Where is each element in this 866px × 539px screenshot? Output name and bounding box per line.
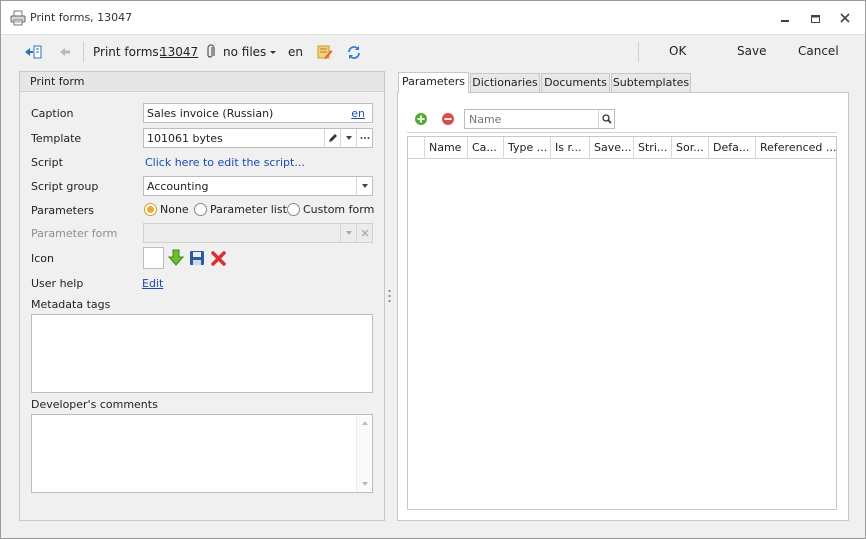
search-input[interactable] xyxy=(467,111,595,127)
radio-parameter-list-label: Parameter list xyxy=(210,203,287,216)
edit-note-icon[interactable] xyxy=(317,44,333,60)
breadcrumb-prefix: Print forms: xyxy=(93,45,163,59)
clear-icon[interactable] xyxy=(356,224,372,242)
divider xyxy=(407,132,837,133)
parameter-form-label: Parameter form xyxy=(31,227,118,240)
icon-label: Icon xyxy=(31,252,54,265)
cancel-button[interactable]: Cancel xyxy=(798,44,839,58)
column-header[interactable]: Defa... xyxy=(708,137,755,158)
radio-unselected-icon xyxy=(194,203,207,216)
radio-selected-icon xyxy=(144,203,157,216)
printer-icon xyxy=(10,10,26,26)
pencil-icon[interactable] xyxy=(324,129,340,147)
metadata-tags-label: Metadata tags xyxy=(31,298,111,311)
caption-value: Sales invoice (Russian) xyxy=(147,107,274,120)
remove-icon[interactable] xyxy=(441,112,455,129)
tab-subtemplates[interactable]: Subtemplates xyxy=(611,73,691,93)
save-button[interactable]: Save xyxy=(737,44,766,58)
user-help-edit-link[interactable]: Edit xyxy=(142,277,163,290)
ellipsis-icon[interactable] xyxy=(356,129,372,147)
import-arrow-icon[interactable] xyxy=(167,249,185,270)
developer-comments-input[interactable] xyxy=(31,414,373,493)
parameter-form-select[interactable] xyxy=(143,223,373,243)
paperclip-icon[interactable] xyxy=(206,44,216,60)
parameters-grid[interactable]: Name Ca... Type ... Is r... Save... Stri… xyxy=(407,136,837,510)
dock-left-icon[interactable] xyxy=(23,44,43,60)
parameters-label: Parameters xyxy=(31,204,94,217)
metadata-tags-input[interactable] xyxy=(31,314,373,393)
scrollbar[interactable] xyxy=(356,415,372,492)
developer-comments-label: Developer's comments xyxy=(31,398,158,411)
minimize-icon[interactable] xyxy=(777,10,793,26)
column-header[interactable]: Stri... xyxy=(633,137,671,158)
record-id-link[interactable]: 13047 xyxy=(160,44,198,60)
close-icon[interactable] xyxy=(837,10,853,26)
files-dropdown[interactable]: no files xyxy=(223,44,266,60)
icon-preview[interactable] xyxy=(143,247,164,269)
ok-button[interactable]: OK xyxy=(669,44,686,58)
refresh-icon[interactable] xyxy=(347,44,361,60)
radio-custom-form-label: Custom form xyxy=(303,203,375,216)
radio-unselected-icon xyxy=(287,203,300,216)
template-label: Template xyxy=(31,132,82,145)
files-dropdown-arrow-icon[interactable] xyxy=(269,44,277,60)
script-group-value: Accounting xyxy=(147,180,209,193)
tab-dictionaries[interactable]: Dictionaries xyxy=(470,73,540,93)
chevron-down-icon[interactable] xyxy=(356,177,372,195)
chevron-down-icon[interactable] xyxy=(340,129,356,147)
tab-documents[interactable]: Documents xyxy=(541,73,610,93)
toolbar: Print forms: 13047 no files en OK Save C… xyxy=(1,35,865,69)
user-help-label: User help xyxy=(31,277,84,290)
column-header[interactable]: Is r... xyxy=(550,137,589,158)
restore-icon[interactable] xyxy=(807,10,823,26)
add-icon[interactable] xyxy=(414,112,428,129)
radio-parameter-list[interactable]: Parameter list xyxy=(194,203,287,216)
column-header[interactable]: Name xyxy=(424,137,467,158)
edit-script-link[interactable]: Click here to edit the script... xyxy=(145,156,305,169)
radio-custom-form[interactable]: Custom form xyxy=(287,203,374,216)
template-value: 101061 bytes xyxy=(147,132,223,145)
caption-language-link[interactable]: en xyxy=(351,107,365,120)
back-arrow-icon[interactable] xyxy=(58,44,72,60)
template-field[interactable]: 101061 bytes xyxy=(143,128,373,148)
script-group-label: Script group xyxy=(31,180,99,193)
caption-field[interactable]: Sales invoice (Russian) en xyxy=(143,103,373,123)
radio-none[interactable]: None xyxy=(144,203,189,216)
column-header[interactable]: Referenced ... xyxy=(755,137,836,158)
column-header[interactable]: Sor... xyxy=(671,137,708,158)
print-form-group: Print form Caption Sales invoice (Russia… xyxy=(19,71,385,521)
chevron-down-icon[interactable] xyxy=(340,224,356,242)
search-icon[interactable] xyxy=(598,110,614,128)
row-indicator-header xyxy=(408,137,425,158)
column-header[interactable]: Type ... xyxy=(503,137,550,158)
grid-header: Name Ca... Type ... Is r... Save... Stri… xyxy=(408,137,836,159)
title-bar: Print forms, 13047 xyxy=(1,1,865,35)
group-header: Print form xyxy=(20,72,384,92)
tab-parameters[interactable]: Parameters xyxy=(398,72,469,93)
delete-x-icon[interactable] xyxy=(210,250,227,270)
print-form-window: Print forms, 13047 Print forms: 13047 no… xyxy=(0,0,866,539)
radio-none-label: None xyxy=(160,203,189,216)
language-selector[interactable]: en xyxy=(288,44,303,60)
script-group-select[interactable]: Accounting xyxy=(143,176,373,196)
window-title: Print forms, 13047 xyxy=(30,11,133,24)
search-field[interactable] xyxy=(464,109,615,129)
caption-label: Caption xyxy=(31,107,74,120)
script-label: Script xyxy=(31,156,63,169)
splitter-grip-icon[interactable] xyxy=(388,289,391,303)
save-disk-icon[interactable] xyxy=(189,250,205,269)
column-header[interactable]: Save... xyxy=(589,137,633,158)
column-header[interactable]: Ca... xyxy=(467,137,503,158)
